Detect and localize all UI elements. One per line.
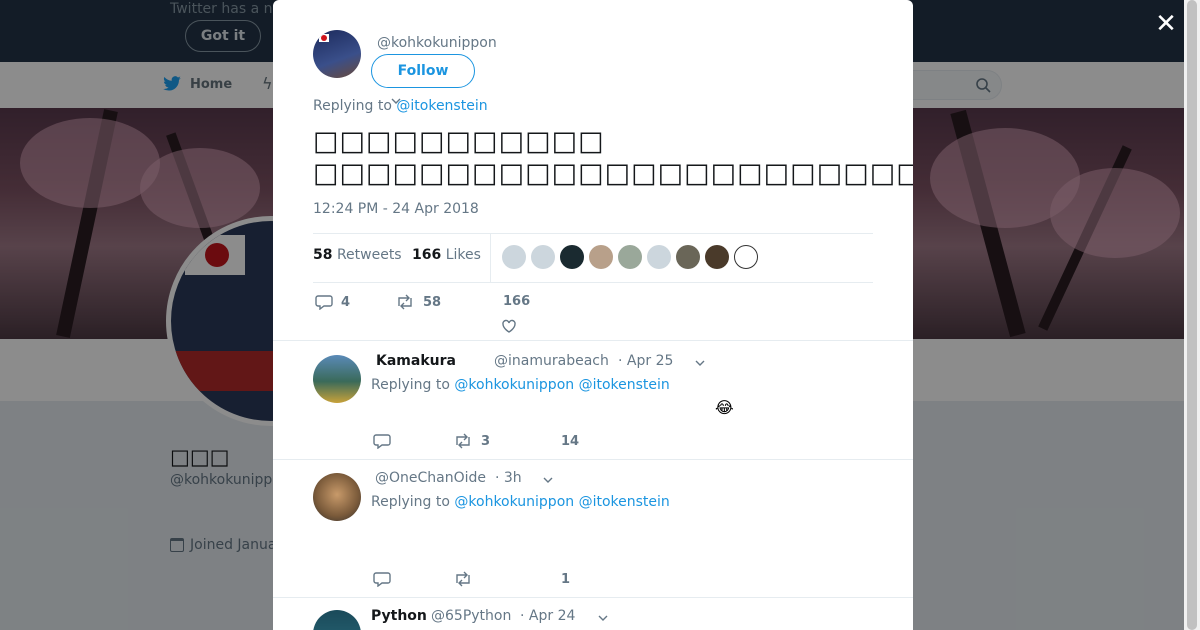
tweet-stats: 58 Retweets 166 Likes <box>313 233 873 283</box>
author-avatar[interactable] <box>313 30 361 78</box>
replying-prefix: Replying to <box>371 377 450 393</box>
reply-count: 4 <box>341 294 351 310</box>
replying-to-link[interactable]: @itokenstein <box>579 377 670 393</box>
liker-avatar[interactable] <box>560 245 584 269</box>
replying-to-link[interactable]: @itokenstein <box>579 494 670 510</box>
reply-avatar[interactable] <box>313 610 361 630</box>
reply-replying-to: Replying to @kohkokunippon @itokenstein <box>371 494 670 510</box>
reply-like-count: 14 <box>561 434 580 449</box>
reply-like-count: 1 <box>561 572 571 587</box>
panda-avatar[interactable] <box>734 245 758 269</box>
reply-icon[interactable] <box>373 571 391 587</box>
replying-prefix: Replying to <box>313 98 392 114</box>
reply-retweet-count: 3 <box>481 434 491 449</box>
replying-prefix: Replying to <box>371 494 450 510</box>
retweet-stat[interactable]: 58 Retweets <box>313 247 402 263</box>
replying-to-link[interactable]: @kohkokunippon <box>454 494 574 510</box>
reply-handle[interactable]: @OneChanOide <box>375 470 486 486</box>
reply-date[interactable]: · Apr 24 <box>520 608 575 624</box>
liker-avatar[interactable] <box>618 245 642 269</box>
likes-stat[interactable]: 166 Likes <box>412 247 481 263</box>
liker-avatars <box>502 245 758 269</box>
chevron-down-icon[interactable] <box>543 475 553 485</box>
reply-handle[interactable]: @65Python <box>431 608 511 624</box>
reply-name[interactable]: Python <box>371 608 427 624</box>
tweet-line-2: □□□□□□□□□□□□□□□□□□□□□□□□□ <box>313 158 913 189</box>
reply-tweet[interactable]: Kamakura @inamurabeach · Apr 25 Replying… <box>273 340 913 460</box>
retweet-action-count: 58 <box>423 294 442 310</box>
retweet-icon[interactable] <box>453 433 473 449</box>
reply-replying-to: Replying to @kohkokunippon @itokenstein <box>371 377 670 393</box>
reply-emoji: 😂 <box>715 398 734 417</box>
retweet-icon <box>398 294 412 310</box>
heart-icon[interactable] <box>501 318 517 334</box>
follow-button[interactable]: Follow <box>371 54 475 88</box>
reply-date[interactable]: · 3h <box>495 470 522 486</box>
reply-tweet[interactable]: @OneChanOide · 3h Replying to @kohkokuni… <box>273 459 913 598</box>
liker-avatar[interactable] <box>647 245 671 269</box>
replying-to-link[interactable]: @itokenstein <box>396 98 487 114</box>
likes-count: 166 <box>412 247 442 263</box>
like-action-count: 166 <box>503 294 531 309</box>
like-count-text: 166 <box>503 294 530 309</box>
reply-icon <box>315 295 333 310</box>
retweet-icon[interactable] <box>453 571 473 587</box>
liker-avatar[interactable] <box>531 245 555 269</box>
reply-icon[interactable] <box>373 433 391 449</box>
liker-avatar[interactable] <box>589 245 613 269</box>
reply-avatar[interactable] <box>313 355 361 403</box>
retweet-label: Retweets <box>336 247 402 263</box>
liker-avatar[interactable] <box>502 245 526 269</box>
reply-handle[interactable]: @inamurabeach <box>494 353 609 369</box>
retweet-count: 58 <box>313 247 333 263</box>
scrollbar-thumb[interactable] <box>1187 0 1197 630</box>
reply-name[interactable]: Kamakura <box>376 353 456 369</box>
reply-avatar[interactable] <box>313 473 361 521</box>
close-icon[interactable]: ✕ <box>1154 11 1178 37</box>
chevron-down-icon[interactable] <box>598 613 608 623</box>
reply-action[interactable]: 4 <box>315 294 350 310</box>
tweet-text: □□□□□□□□□□□ □□□□□□□□□□□□□□□□□□□□□□□□□ <box>313 126 913 190</box>
liker-avatar[interactable] <box>705 245 729 269</box>
replying-to: Replying to @itokenstein <box>313 98 488 114</box>
chevron-down-icon[interactable] <box>695 358 705 368</box>
replying-to-link[interactable]: @kohkokunippon <box>454 377 574 393</box>
liker-avatar[interactable] <box>676 245 700 269</box>
tweet-timestamp[interactable]: 12:24 PM - 24 Apr 2018 <box>313 201 479 217</box>
reply-tweet[interactable]: Python @65Python · Apr 24 <box>273 597 913 630</box>
reply-date[interactable]: · Apr 25 <box>618 353 673 369</box>
author-handle[interactable]: @kohkokunippon <box>377 35 497 51</box>
retweet-action[interactable]: 58 <box>395 294 441 310</box>
likes-label: Likes <box>445 247 481 263</box>
tweet-modal: @kohkokunippon Follow Replying to @itoke… <box>273 0 913 630</box>
tweet-line-1: □□□□□□□□□□□ <box>313 126 605 157</box>
